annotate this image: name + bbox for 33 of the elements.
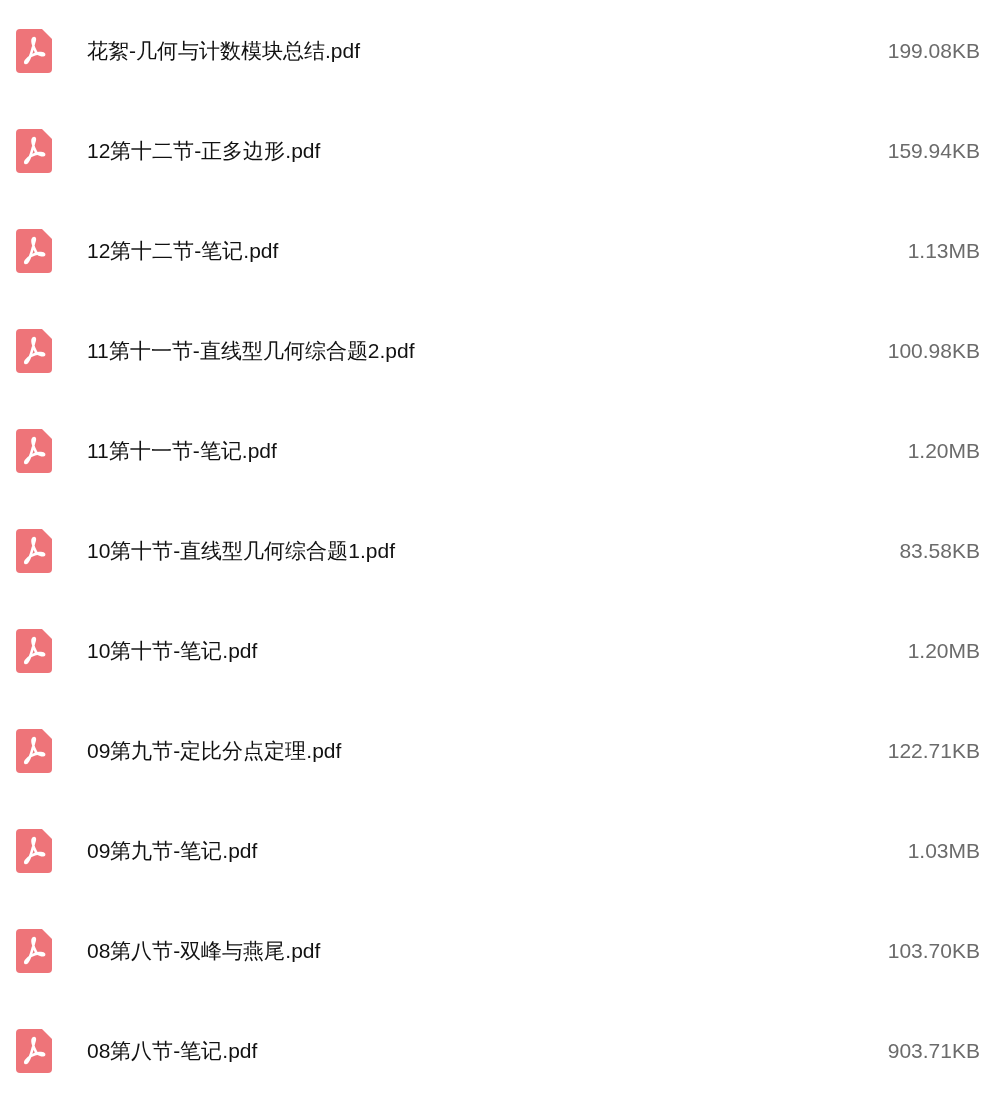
- file-name[interactable]: 08第八节-笔记.pdf: [87, 1037, 888, 1065]
- file-name[interactable]: 09第九节-定比分点定理.pdf: [87, 737, 888, 765]
- file-name[interactable]: 12第十二节-笔记.pdf: [87, 237, 908, 265]
- file-size: 1.20MB: [907, 639, 980, 663]
- file-name[interactable]: 花絮-几何与计数模块总结.pdf: [87, 37, 888, 65]
- pdf-file-icon: [16, 629, 52, 673]
- pdf-file-icon: [16, 29, 52, 73]
- file-name[interactable]: 08第八节-双峰与燕尾.pdf: [87, 937, 888, 965]
- pdf-file-icon: [16, 729, 52, 773]
- pdf-file-icon: [16, 829, 52, 873]
- file-size: 199.08KB: [887, 39, 980, 63]
- file-size: 83.58KB: [899, 539, 980, 563]
- pdf-file-icon: [16, 429, 52, 473]
- file-name[interactable]: 11第十一节-笔记.pdf: [87, 437, 908, 465]
- pdf-file-icon: [16, 1029, 52, 1073]
- file-name[interactable]: 10第十节-直线型几何综合题1.pdf: [87, 537, 900, 565]
- file-size: 122.71KB: [887, 739, 980, 763]
- file-size: 159.94KB: [887, 139, 980, 163]
- file-size: 1.13MB: [907, 239, 980, 263]
- pdf-file-icon: [16, 229, 52, 273]
- pdf-file-icon: [16, 529, 52, 573]
- file-size: 903.71KB: [887, 1039, 980, 1063]
- file-size: 100.98KB: [887, 339, 980, 363]
- pdf-file-icon: [16, 129, 52, 173]
- file-size: 1.20MB: [907, 439, 980, 463]
- pdf-file-icon: [16, 329, 52, 373]
- file-size: 1.03MB: [907, 839, 980, 863]
- file-name[interactable]: 10第十节-笔记.pdf: [87, 637, 908, 665]
- file-size: 103.70KB: [887, 939, 980, 963]
- file-name[interactable]: 11第十一节-直线型几何综合题2.pdf: [87, 337, 888, 365]
- file-name[interactable]: 09第九节-笔记.pdf: [87, 837, 908, 865]
- file-name[interactable]: 12第十二节-正多边形.pdf: [87, 137, 888, 165]
- pdf-file-icon: [16, 929, 52, 973]
